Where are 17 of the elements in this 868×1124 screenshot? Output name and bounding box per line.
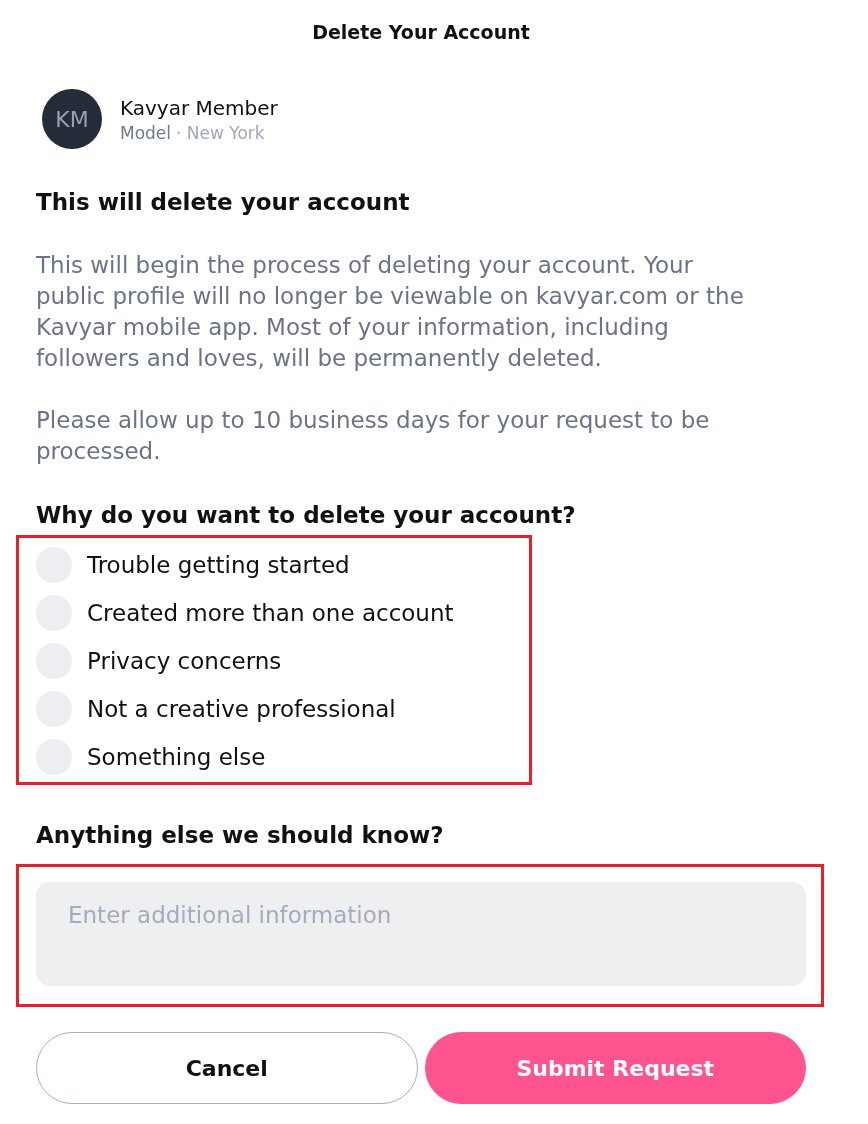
details-input-field[interactable]: Enter additional information — [36, 882, 806, 986]
option-label[interactable]: Privacy concerns — [87, 646, 282, 676]
option-label[interactable]: Not a creative professional — [87, 694, 396, 724]
member-location: · New York — [176, 121, 265, 144]
member-name: Kavyar Member — [120, 94, 278, 122]
question-heading: Anything else we should know? — [36, 821, 445, 850]
option-label[interactable]: Created more than one account — [87, 598, 454, 628]
cancel-button[interactable]: Cancel — [36, 1032, 418, 1104]
dialog-title: Delete Your Account — [312, 20, 530, 44]
option-label[interactable]: Something else — [87, 742, 266, 772]
question-heading: Why do you want to delete your account? — [36, 501, 577, 530]
avatar-initials: KM — [42, 89, 102, 149]
option-label[interactable]: Trouble getting started — [87, 550, 350, 580]
info-paragraph: This will begin the process of deleting your account. Your public profile will no longer be viewable on kavyar.com or the Kavyar mobile app. Most of your information, including followers and loves, will be permanently deleted. — [36, 251, 745, 373]
section-heading: This will delete your account — [36, 188, 411, 217]
member-role: Model — [120, 121, 172, 144]
info-paragraph: Please allow up to 10 business days for your request to be processed. — [36, 406, 711, 466]
